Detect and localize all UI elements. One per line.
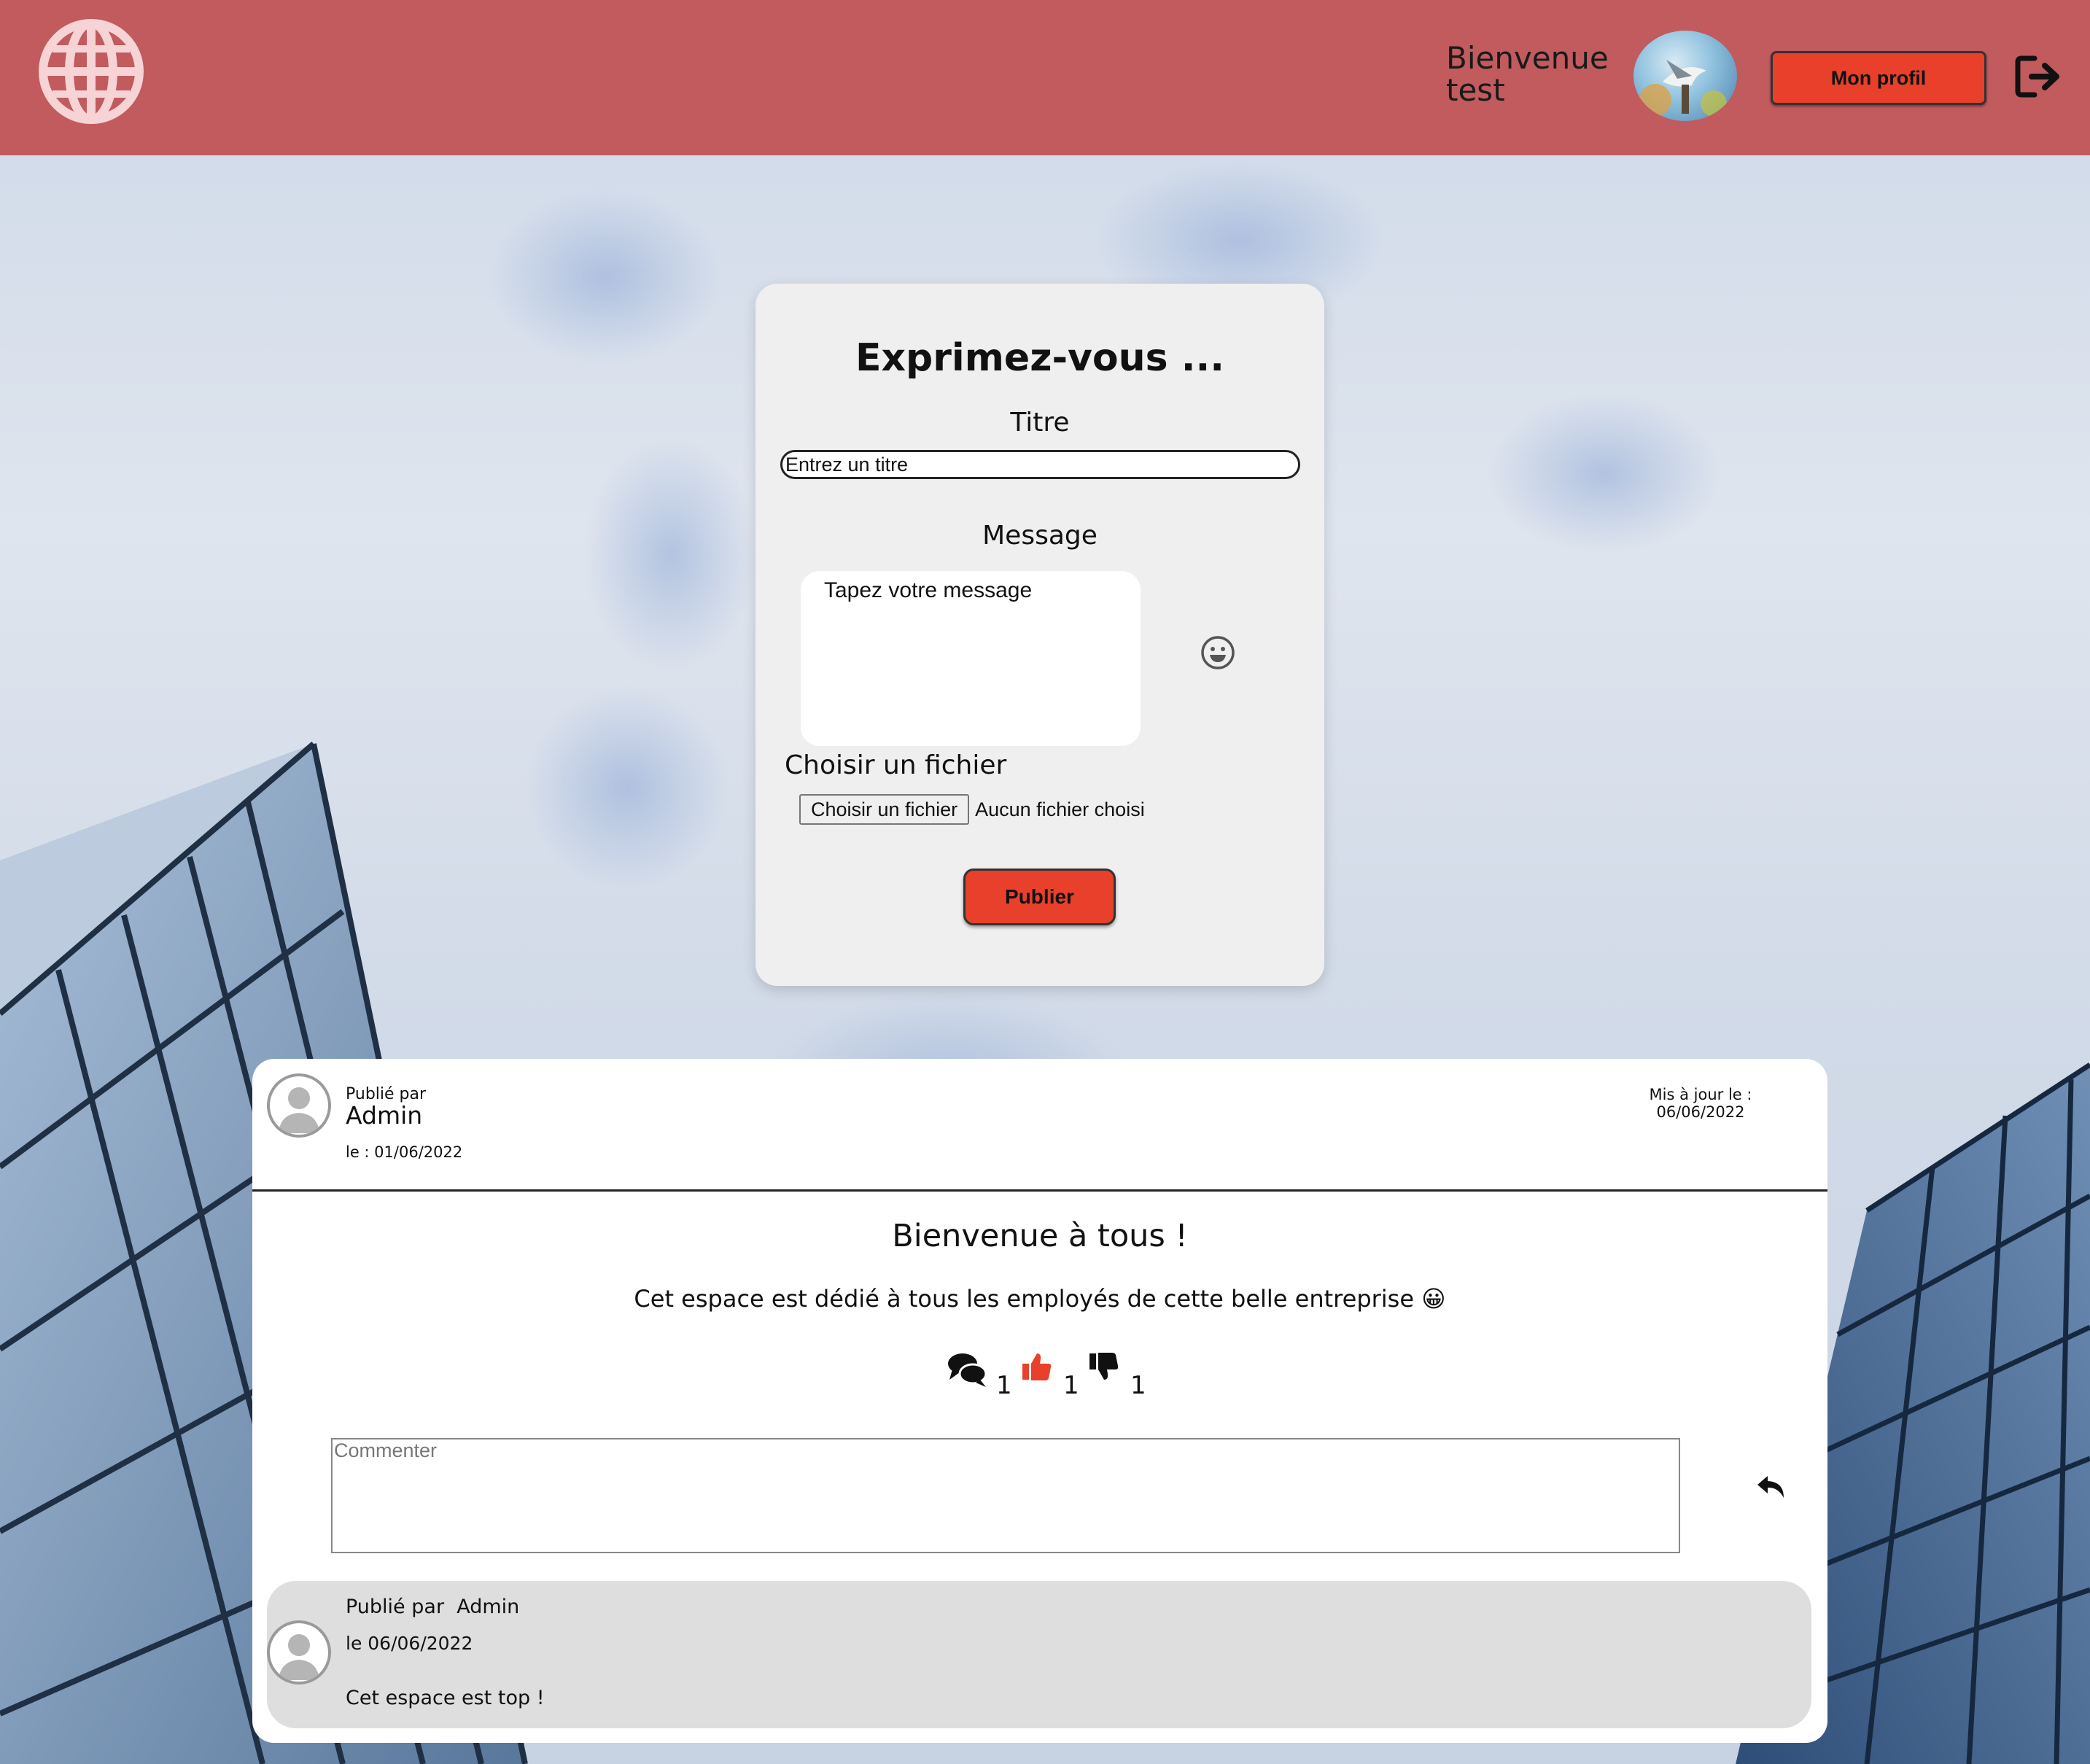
comment-count[interactable]: 1 [947,1351,1012,1400]
smiley-icon[interactable] [1200,634,1236,671]
updated-date: 06/06/2022 [1656,1103,1745,1121]
welcome-username: test [1446,72,1505,108]
welcome-greeting: Bienvenue [1446,40,1609,76]
comment-input[interactable]: Commenter [331,1438,1680,1553]
dislike-count-value: 1 [1130,1371,1146,1400]
comment-author-avatar [267,1620,331,1685]
logout-icon[interactable] [2014,54,2062,99]
publish-button[interactable]: Publier [963,869,1116,925]
reply-icon[interactable] [1756,1472,1787,1501]
comment-item: Publié par Admin le 06/06/2022 Cet espac… [267,1581,1811,1728]
profile-button[interactable]: Mon profil [1771,51,1986,105]
comments-icon [948,1353,987,1387]
post-title: Bienvenue à tous ! [892,1218,1188,1254]
thumbs-up-icon [1022,1353,1052,1380]
post-divider [252,1189,1827,1192]
post-author: Admin [346,1101,423,1130]
comment-date: le 06/06/2022 [346,1633,473,1654]
comment-author: Publié par Admin [346,1596,520,1618]
new-post-form: Exprimez-vous ... Titre Entrez un titre … [755,284,1324,986]
top-header: Bienvenue test Mon profil [0,0,2090,155]
post-body: Cet espace est dédié à tous les employés… [634,1285,1446,1313]
welcome-message: Bienvenue test [1446,42,1614,106]
title-label: Titre [1010,408,1070,438]
like-count-value: 1 [1063,1371,1079,1400]
thumbs-down-icon [1089,1353,1119,1380]
message-textarea[interactable]: Tapez votre message [801,571,1141,746]
form-title: Exprimez-vous ... [855,336,1224,380]
message-label: Message [982,521,1098,551]
like-button[interactable]: 1 [1021,1351,1079,1400]
updated-label: Mis à jour le : [1649,1086,1752,1103]
file-status: Aucun fichier choisi [975,798,1145,820]
post-author-avatar [267,1073,331,1138]
title-input[interactable]: Entrez un titre [780,450,1300,479]
file-label: Choisir un fichier [785,750,1007,780]
globe-icon[interactable] [38,18,144,125]
post-updated: Mis à jour le : 06/06/2022 [1638,1086,1763,1121]
user-avatar[interactable] [1633,31,1737,121]
post-created-date: le : 01/06/2022 [346,1143,463,1161]
comment-count-value: 1 [996,1371,1012,1400]
post-card: Publié par Admin le : 01/06/2022 Mis à j… [252,1059,1827,1743]
dislike-button[interactable]: 1 [1088,1351,1146,1400]
choose-file-button[interactable]: Choisir un fichier [799,794,970,825]
file-picker: Choisir un fichier Aucun fichier choisi [799,794,1145,825]
comment-text: Cet espace est top ! [346,1687,545,1709]
